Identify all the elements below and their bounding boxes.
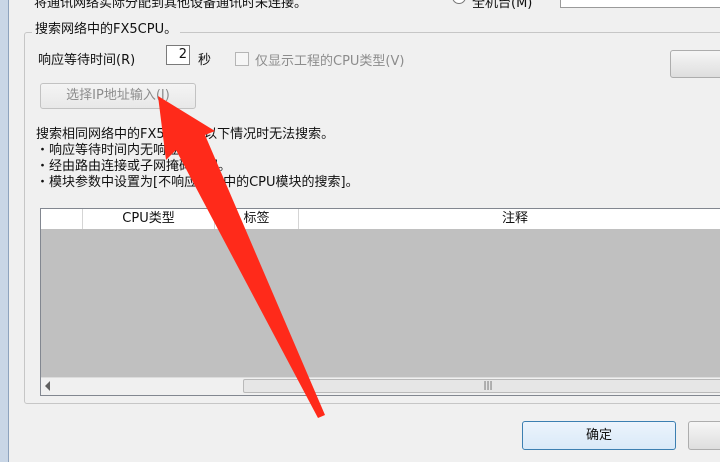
- red-arrow-icon: [158, 96, 325, 418]
- red-arrow-shape: [158, 96, 325, 418]
